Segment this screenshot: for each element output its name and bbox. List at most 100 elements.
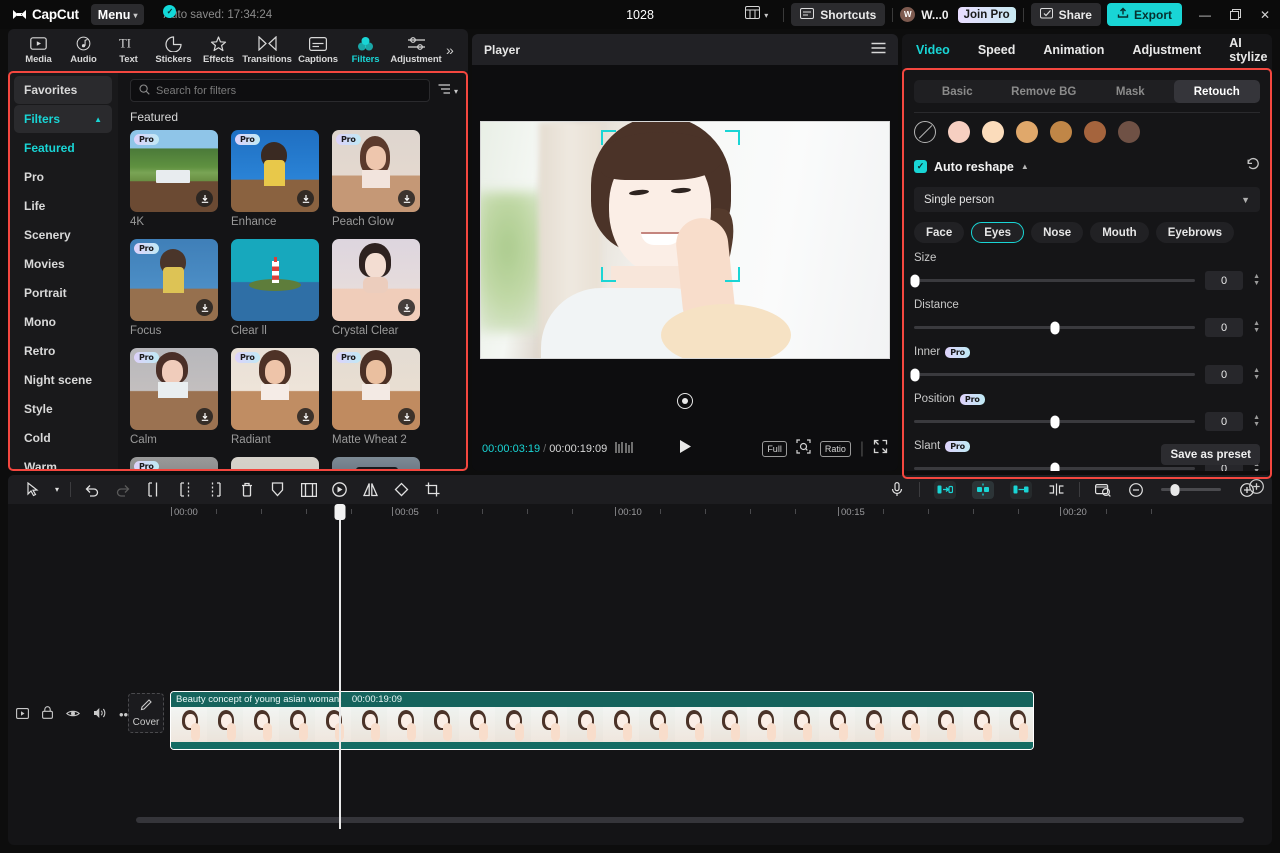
trim-right-icon[interactable] bbox=[200, 475, 231, 504]
filter-thumbnail[interactable]: Pro bbox=[130, 348, 218, 430]
slider-value[interactable]: 0 bbox=[1205, 271, 1244, 290]
filter-card[interactable]: Pro Calm bbox=[130, 348, 218, 446]
filter-thumbnail[interactable]: Pro bbox=[332, 348, 420, 430]
rotate-handle-icon[interactable] bbox=[677, 393, 693, 409]
sidebar-item-mono[interactable]: Mono bbox=[14, 308, 112, 336]
sidebar-item-movies[interactable]: Movies bbox=[14, 250, 112, 278]
filter-thumbnail[interactable]: Pro bbox=[130, 239, 218, 321]
slider-value[interactable]: 0 bbox=[1205, 365, 1244, 384]
skin-tone-swatch[interactable] bbox=[948, 121, 970, 143]
tab-media[interactable]: Media bbox=[16, 35, 61, 65]
sidebar-item-filters[interactable]: Filters ▲ bbox=[14, 105, 112, 133]
slider-track[interactable] bbox=[914, 462, 1196, 471]
slider-value[interactable]: 0 bbox=[1205, 318, 1244, 337]
share-button[interactable]: Share bbox=[1030, 3, 1101, 26]
shortcuts-button[interactable]: Shortcuts bbox=[791, 3, 886, 26]
slider-track[interactable] bbox=[914, 415, 1196, 428]
ratio-button[interactable]: Ratio bbox=[819, 441, 851, 457]
chip-eyebrows[interactable]: Eyebrows bbox=[1155, 222, 1235, 243]
subtab-retouch[interactable]: Retouch bbox=[1173, 80, 1260, 103]
download-icon[interactable] bbox=[196, 299, 213, 316]
stepper-icon[interactable]: ▲▼ bbox=[1253, 320, 1260, 334]
sidebar-item-portrait[interactable]: Portrait bbox=[14, 279, 112, 307]
slider-track[interactable] bbox=[914, 321, 1196, 334]
skin-tone-swatch[interactable] bbox=[1016, 121, 1038, 143]
cover-button[interactable]: Cover bbox=[128, 693, 164, 733]
chip-nose[interactable]: Nose bbox=[1031, 222, 1084, 243]
filter-thumbnail[interactable] bbox=[231, 457, 319, 471]
skin-tone-swatch[interactable] bbox=[982, 121, 1004, 143]
user-account[interactable]: W W...0 Join Pro bbox=[900, 6, 1016, 23]
more-tabs-icon[interactable]: » bbox=[446, 42, 454, 58]
stepper-icon[interactable]: ▲▼ bbox=[1253, 414, 1260, 428]
tab-captions[interactable]: Captions bbox=[293, 35, 343, 65]
attach-clip-icon[interactable] bbox=[1010, 480, 1032, 499]
skin-tone-swatch[interactable] bbox=[1084, 121, 1106, 143]
chip-eyes[interactable]: Eyes bbox=[971, 222, 1025, 243]
filter-thumbnail[interactable]: Pro bbox=[130, 457, 218, 471]
sidebar-item-warm[interactable]: Warm bbox=[14, 453, 112, 471]
download-icon[interactable] bbox=[196, 190, 213, 207]
slider-knob[interactable] bbox=[1050, 321, 1060, 334]
tab-adjustment[interactable]: Adjustment bbox=[388, 35, 444, 65]
record-voiceover-icon[interactable] bbox=[881, 475, 912, 504]
auto-cutout-icon[interactable] bbox=[934, 480, 956, 499]
delete-icon[interactable] bbox=[231, 475, 262, 504]
tab-transitions[interactable]: Transitions bbox=[241, 35, 293, 65]
undo-icon[interactable] bbox=[76, 475, 107, 504]
sidebar-item-style[interactable]: Style bbox=[14, 395, 112, 423]
download-icon[interactable] bbox=[297, 408, 314, 425]
chip-face[interactable]: Face bbox=[914, 222, 965, 243]
split-icon[interactable] bbox=[138, 475, 169, 504]
trim-left-icon[interactable] bbox=[169, 475, 200, 504]
slider-knob[interactable] bbox=[1050, 415, 1060, 428]
timeline-ruler[interactable]: 00:00 00:05 00:10 00:15 00:20 bbox=[8, 504, 1272, 530]
mirror-icon[interactable] bbox=[355, 475, 386, 504]
tab-stickers[interactable]: Stickers bbox=[151, 35, 196, 65]
horizontal-scrollbar[interactable] bbox=[136, 817, 1244, 823]
skin-tone-swatch[interactable] bbox=[1050, 121, 1072, 143]
fullscreen-icon[interactable] bbox=[873, 439, 888, 459]
tab-filters[interactable]: Filters bbox=[343, 35, 388, 65]
crop-corner-bottom-right[interactable] bbox=[725, 267, 740, 282]
filter-thumbnail[interactable]: Pro bbox=[231, 348, 319, 430]
sidebar-item-pro[interactable]: Pro bbox=[14, 163, 112, 191]
crop-corner-top-right[interactable] bbox=[725, 130, 740, 145]
smart-split-icon[interactable] bbox=[972, 480, 994, 499]
full-quality-button[interactable]: Full bbox=[762, 441, 787, 457]
filter-thumbnail[interactable]: Pro bbox=[231, 130, 319, 212]
sidebar-item-retro[interactable]: Retro bbox=[14, 337, 112, 365]
video-preview[interactable] bbox=[480, 121, 890, 359]
slider-track[interactable] bbox=[910, 368, 1196, 381]
person-select[interactable]: Single person ▼ bbox=[914, 187, 1260, 212]
playhead[interactable] bbox=[334, 504, 346, 829]
sidebar-item-favorites[interactable]: Favorites bbox=[14, 76, 112, 104]
filter-thumbnail[interactable]: Pro bbox=[130, 130, 218, 212]
save-as-preset-button[interactable]: Save as preset bbox=[1161, 444, 1260, 465]
zoom-out-icon[interactable] bbox=[1120, 475, 1151, 504]
crop-icon[interactable] bbox=[417, 475, 448, 504]
filter-card[interactable] bbox=[332, 457, 420, 471]
track-type-icon[interactable] bbox=[16, 706, 29, 724]
chip-mouth[interactable]: Mouth bbox=[1090, 222, 1149, 243]
tab-text[interactable]: TI Text bbox=[106, 35, 151, 65]
sidebar-item-scenery[interactable]: Scenery bbox=[14, 221, 112, 249]
filter-card[interactable]: Pro bbox=[130, 457, 218, 471]
slider-knob[interactable] bbox=[910, 368, 920, 381]
sidebar-item-life[interactable]: Life bbox=[14, 192, 112, 220]
close-button[interactable]: ✕ bbox=[1250, 0, 1280, 29]
filter-card[interactable]: Clear ll bbox=[231, 239, 319, 337]
preview-timeline-icon[interactable] bbox=[1087, 475, 1118, 504]
download-icon[interactable] bbox=[297, 190, 314, 207]
play-button[interactable] bbox=[679, 439, 692, 459]
download-icon[interactable] bbox=[398, 299, 415, 316]
chevron-up-icon[interactable]: ▲ bbox=[1021, 162, 1029, 171]
filter-card[interactable]: Pro Enhance bbox=[231, 130, 319, 228]
filter-card[interactable]: Pro Focus bbox=[130, 239, 218, 337]
skin-tone-none-swatch[interactable] bbox=[914, 121, 936, 143]
slider-knob[interactable] bbox=[910, 274, 920, 287]
stepper-icon[interactable]: ▲▼ bbox=[1253, 367, 1260, 381]
menu-button[interactable]: Menu ▾ bbox=[90, 4, 145, 25]
freeze-frame-icon[interactable] bbox=[293, 475, 324, 504]
skin-tone-swatch[interactable] bbox=[1118, 121, 1140, 143]
